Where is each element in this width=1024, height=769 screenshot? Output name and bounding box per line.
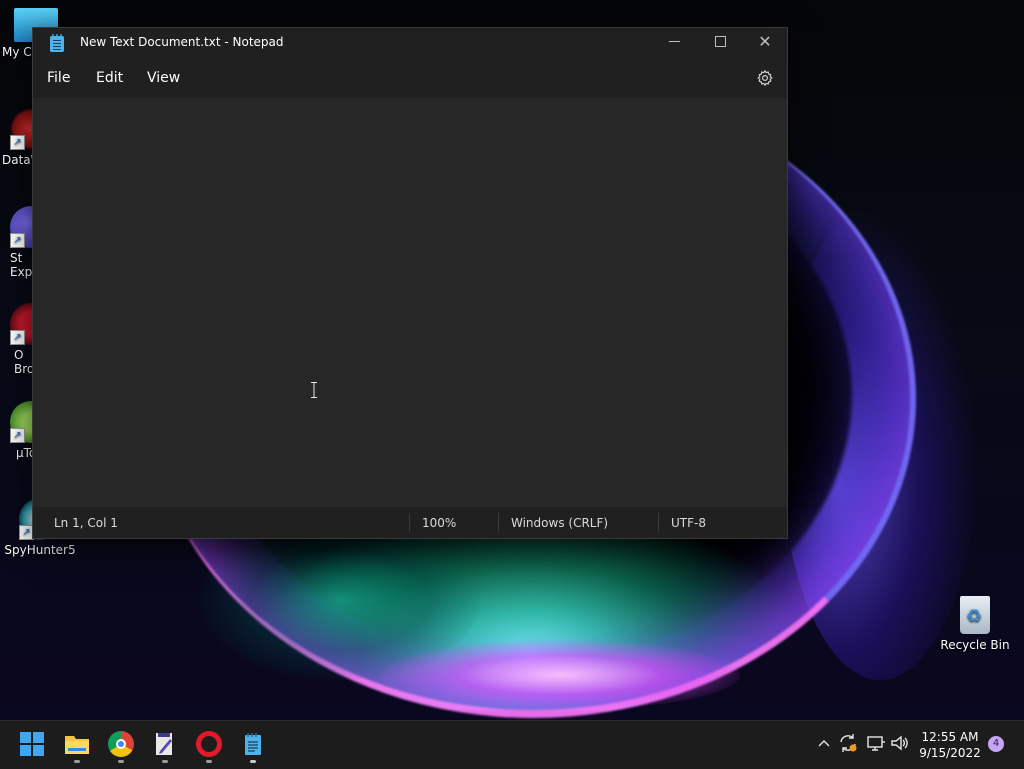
network-icon[interactable] (866, 733, 886, 757)
shortcut-arrow-icon: ↗ (10, 233, 25, 248)
menu-edit[interactable]: Edit (96, 70, 123, 86)
settings-button[interactable] (756, 69, 774, 87)
clock-time: 12:55 AM (921, 730, 979, 744)
close-icon: ✕ (758, 32, 772, 51)
running-indicator (250, 760, 256, 763)
taskbar: 12:55 AM 9/15/2022 (0, 720, 1024, 769)
recycle-bin-icon (960, 596, 990, 634)
taskbar-opera[interactable] (196, 731, 222, 757)
minimize-button[interactable] (651, 28, 697, 58)
taskbar-editor-app[interactable] (152, 731, 178, 757)
status-bar: Ln 1, Col 1 100% Windows (CRLF) UTF-8 (33, 507, 787, 538)
clock[interactable]: 12:55 AM 9/15/2022 (916, 729, 984, 761)
shortcut-arrow-icon: ↗ (10, 330, 25, 345)
taskbar-file-explorer[interactable] (64, 731, 90, 757)
sync-icon[interactable] (838, 733, 858, 757)
clock-date: 9/15/2022 (919, 746, 981, 760)
shortcut-arrow-icon: ↗ (10, 135, 25, 150)
windows-logo-icon (33, 732, 44, 743)
notification-badge: 4 (988, 736, 1004, 752)
gear-icon (757, 69, 773, 87)
taskbar-chrome[interactable] (108, 731, 134, 757)
title-bar[interactable]: New Text Document.txt - Notepad ✕ (33, 28, 787, 58)
status-divider (658, 513, 659, 532)
running-indicator (162, 760, 168, 763)
shortcut-arrow-icon: ↗ (10, 428, 25, 443)
maximize-button[interactable] (697, 28, 743, 58)
close-button[interactable]: ✕ (742, 28, 788, 58)
running-indicator (74, 760, 80, 763)
line-endings[interactable]: Windows (CRLF) (511, 516, 608, 530)
notepad-icon (245, 733, 261, 755)
maximize-icon (714, 36, 726, 47)
notepad-window[interactable]: New Text Document.txt - Notepad ✕ File E… (32, 27, 788, 539)
encoding[interactable]: UTF-8 (671, 516, 706, 530)
folder-icon (65, 736, 89, 754)
windows-logo-icon (33, 745, 44, 756)
desktop-icon-label: Recycle Bin (940, 638, 1010, 652)
notepad-icon (50, 34, 64, 52)
document-edit-icon (156, 733, 172, 755)
text-editor-area[interactable] (33, 98, 787, 507)
window-title: New Text Document.txt - Notepad (80, 35, 284, 49)
windows-logo-icon (20, 745, 31, 756)
menu-bar: File Edit View (33, 58, 787, 98)
desktop-icon-recycle-bin[interactable]: Recycle Bin (937, 596, 1013, 652)
notification-center-button[interactable]: 4 (988, 736, 1004, 752)
status-divider (498, 513, 499, 532)
zoom-level[interactable]: 100% (422, 516, 456, 530)
windows-logo-icon (20, 732, 31, 743)
wallpaper-glow (380, 640, 740, 710)
desktop-icon-label: SpyHunter5 (4, 543, 76, 557)
taskbar-notepad[interactable] (240, 731, 266, 757)
text-cursor-icon (311, 382, 317, 398)
show-hidden-icons-chevron-up-icon[interactable] (818, 733, 830, 757)
running-indicator (206, 760, 212, 763)
menu-file[interactable]: File (47, 70, 70, 86)
minimize-icon (668, 41, 680, 42)
status-divider (409, 513, 410, 532)
running-indicator (118, 760, 124, 763)
volume-icon[interactable] (890, 733, 910, 757)
cursor-position[interactable]: Ln 1, Col 1 (54, 516, 118, 530)
start-button[interactable] (20, 731, 46, 757)
menu-view[interactable]: View (147, 70, 180, 86)
